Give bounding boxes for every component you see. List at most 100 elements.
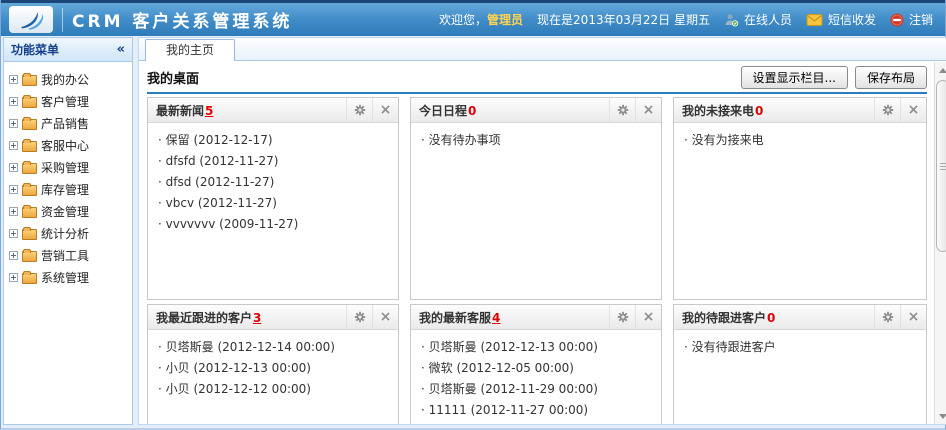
panel-count-badge: 0 [468,104,476,118]
folder-icon [22,75,37,86]
panel-settings-icon[interactable] [874,98,900,122]
list-item[interactable]: · 没有待跟进客户 [684,337,916,358]
expand-icon[interactable] [9,207,18,216]
set-display-columns-button[interactable]: 设置显示栏目... [741,66,848,89]
expand-icon[interactable] [9,75,18,84]
list-item[interactable]: · 保留 (2012-12-17) [158,130,388,151]
header-right: 欢迎您，管理员 现在是2013年03月22日 星期五 在线人员短信收发注销 [439,11,933,28]
expand-icon[interactable] [9,273,18,282]
header-buttons: 设置显示栏目... 保存布局 [741,66,927,89]
expand-icon[interactable] [9,141,18,150]
list-item[interactable]: · 小贝 (2012-12-13 00:00) [158,358,388,379]
panel-settings-icon[interactable] [609,305,635,329]
panel-header[interactable]: 我的未接来电0 × [674,98,926,123]
panel-tools: × [874,98,926,122]
vertical-scrollbar[interactable] [934,62,946,424]
list-item[interactable]: · 小贝 (2012-12-12 00:00) [158,379,388,400]
sidebar-item-7[interactable]: 资金管理 [9,200,132,222]
expand-icon[interactable] [9,251,18,260]
page-title: 我的桌面 [147,68,199,87]
expand-icon[interactable] [9,97,18,106]
sidebar-item-label: 系统管理 [41,269,89,286]
panel-close-icon[interactable]: × [900,305,926,329]
folder-icon [22,97,37,108]
sidebar-item-9[interactable]: 营销工具 [9,244,132,266]
panel-settings-icon[interactable] [346,98,372,122]
expand-icon[interactable] [9,119,18,128]
list-item[interactable]: · vvvvvvv (2009-11-27) [158,214,388,235]
body-row: 功能菜单 « 我的办公客户管理产品销售客服中心采购管理库存管理资金管理统计分析营… [1,36,945,427]
list-item[interactable]: · 没有待办事项 [421,130,651,151]
panel-header[interactable]: 我的最新客服4× [411,305,661,330]
scroll-up-arrow[interactable] [935,62,946,78]
logout-link[interactable]: 注销 [890,11,933,28]
panel-list: · 没有为接来电 [674,123,926,151]
sidebar-item-label: 营销工具 [41,247,89,264]
scrollbar-track[interactable] [935,78,946,408]
sidebar-item-5[interactable]: 采购管理 [9,156,132,178]
sidebar-tree: 我的办公客户管理产品销售客服中心采购管理库存管理资金管理统计分析营销工具系统管理 [4,62,132,288]
tab-my-homepage[interactable]: 我的主页 [145,39,235,61]
panel-title: 我的未接来电0 [682,102,763,119]
online-users-icon [724,13,739,27]
list-item[interactable]: · vbcv (2012-11-27) [158,193,388,214]
folder-icon [22,273,37,284]
online-users-link[interactable]: 在线人员 [724,11,792,28]
dashboard-panels: 最新新闻5×· 保留 (2012-12-17)· dfsfd (2012-11-… [147,97,927,424]
sidebar-item-4[interactable]: 客服中心 [9,134,132,156]
panel-count-badge: 0 [767,311,775,325]
list-item[interactable]: · 没有为接来电 [684,130,916,151]
sidebar-item-1[interactable]: 我的办公 [9,68,132,90]
panel-settings-icon[interactable] [609,98,635,122]
panel-1: 最新新闻5×· 保留 (2012-12-17)· dfsfd (2012-11-… [147,97,399,300]
panel-close-icon[interactable]: × [372,98,398,122]
panel-header[interactable]: 最新新闻5× [148,98,398,123]
panel-close-icon[interactable]: × [372,305,398,329]
panel-header[interactable]: 我的待跟进客户0 × [674,305,926,330]
expand-icon[interactable] [9,185,18,194]
expand-icon[interactable] [9,163,18,172]
panel-header[interactable]: 我最近跟进的客户3× [148,305,398,330]
sidebar-item-label: 客户管理 [41,93,89,110]
panel-close-icon[interactable]: × [900,98,926,122]
panel-count-badge[interactable]: 3 [253,311,261,325]
panel-header[interactable]: 今日日程0 × [411,98,661,123]
scroll-down-arrow[interactable] [935,408,946,424]
folder-icon [22,207,37,218]
collapse-sidebar-button[interactable]: « [117,42,125,57]
sidebar-item-10[interactable]: 系统管理 [9,266,132,288]
list-item[interactable]: · dfsfd (2012-11-27) [158,151,388,172]
panel-close-icon[interactable]: × [635,98,661,122]
list-item[interactable]: · 贝塔斯曼 (2012-12-14 00:00) [158,337,388,358]
panel-tools: × [346,98,398,122]
panel-count-badge[interactable]: 4 [492,311,500,325]
content-area: 我的桌面 设置显示栏目...保存布局 最新新闻5×· 保留 (2012-12-1… [139,61,946,424]
sidebar: 功能菜单 « 我的办公客户管理产品销售客服中心采购管理库存管理资金管理统计分析营… [3,37,133,425]
list-item[interactable]: · dfsd (2012-11-27) [158,172,388,193]
list-item[interactable]: · 贝塔斯曼 (2012-11-29 00:00) [421,379,651,400]
list-item[interactable]: · 贝塔斯曼 (2012-12-13 00:00) [421,337,651,358]
panel-title-text: 今日日程 [419,104,467,118]
list-item[interactable]: · 11111 (2012-11-27 00:00) [421,400,651,421]
panel-close-icon[interactable]: × [635,305,661,329]
sidebar-item-label: 库存管理 [41,181,89,198]
scrollbar-thumb[interactable] [936,80,946,252]
sidebar-item-6[interactable]: 库存管理 [9,178,132,200]
crm-app: CRM 客户关系管理系统 欢迎您，管理员 现在是2013年03月22日 星期五 … [0,0,946,430]
list-item[interactable]: · 微软 (2012-12-05 00:00) [421,358,651,379]
sms-link[interactable]: 短信收发 [806,11,876,28]
sidebar-item-2[interactable]: 客户管理 [9,90,132,112]
sidebar-item-3[interactable]: 产品销售 [9,112,132,134]
panel-settings-icon[interactable] [874,305,900,329]
panel-title: 今日日程0 [419,102,476,119]
panel-count-badge[interactable]: 5 [205,104,213,118]
folder-icon [22,251,37,262]
logo-swoosh-icon [16,9,46,31]
sidebar-item-label: 产品销售 [41,115,89,132]
save-layout-button[interactable]: 保存布局 [855,66,927,89]
sidebar-item-8[interactable]: 统计分析 [9,222,132,244]
panel-settings-icon[interactable] [346,305,372,329]
panel-title-text: 我的待跟进客户 [682,311,766,325]
header-action-label: 在线人员 [744,11,792,28]
expand-icon[interactable] [9,229,18,238]
